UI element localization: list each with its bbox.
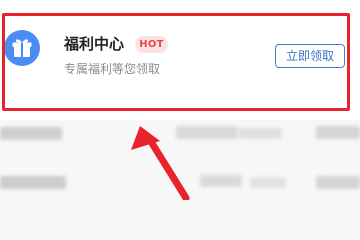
blurred-content [0,176,66,189]
blurred-content [250,177,286,188]
blurred-content [176,126,238,139]
highlight-box [2,13,350,111]
blurred-content [316,126,360,139]
blurred-content [316,176,360,189]
blurred-content [0,127,62,140]
blurred-content [200,175,242,187]
blurred-content [238,128,282,139]
